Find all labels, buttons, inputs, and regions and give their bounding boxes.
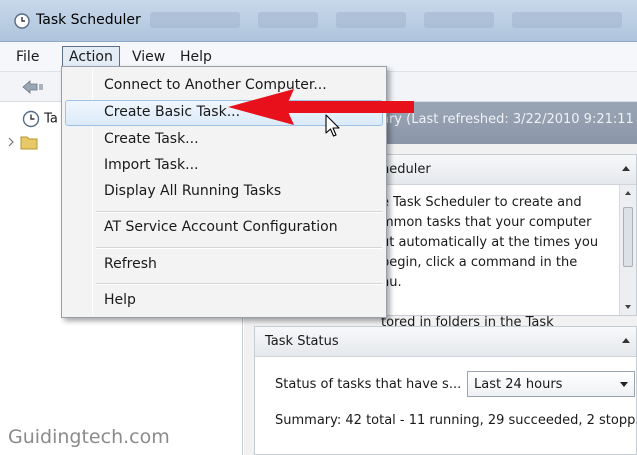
menu-item-label: Create Task...: [104, 131, 199, 147]
summary-header-text: ary (Last refreshed: 3/22/2010 9:21:11 A…: [381, 112, 637, 127]
folder-icon: [20, 136, 38, 150]
menu-file[interactable]: File: [10, 46, 45, 68]
period-select-value: Last 24 hours: [474, 377, 563, 392]
task-status-header[interactable]: Task Status: [255, 327, 636, 357]
blurred-tab: [150, 12, 240, 28]
mouse-cursor-icon: [325, 114, 340, 137]
tree-root-label: Ta: [44, 111, 58, 127]
menu-item-display-running[interactable]: Display All Running Tasks: [65, 179, 383, 205]
tree-root[interactable]: Ta: [22, 110, 58, 128]
menu-item-label: Refresh: [104, 256, 157, 272]
menu-separator: [96, 247, 382, 249]
task-status-title: Task Status: [265, 334, 339, 349]
collapse-icon[interactable]: [622, 166, 630, 171]
overview-line: [381, 293, 613, 313]
menu-separator: [96, 211, 382, 213]
menu-item-label: Import Task...: [104, 157, 199, 173]
chevron-down-icon[interactable]: [620, 382, 628, 387]
menu-item-at-service[interactable]: AT Service Account Configuration: [65, 215, 383, 241]
menu-help[interactable]: Help: [174, 46, 218, 68]
red-pointer-arrow: [228, 89, 414, 125]
scroll-thumb[interactable]: [623, 207, 633, 267]
watermark: Guidingtech.com: [8, 426, 170, 448]
title-bar: Task Scheduler: [0, 0, 637, 42]
scroll-up-icon[interactable]: [625, 191, 631, 195]
overview-text: e Task Scheduler to create and mmon task…: [381, 193, 613, 333]
overview-line: mmon tasks that your computer: [381, 215, 592, 230]
overview-line: e Task Scheduler to create and: [381, 195, 582, 210]
blurred-tab: [258, 12, 318, 28]
menu-item-label: AT Service Account Configuration: [104, 219, 338, 235]
clock-icon: [14, 13, 30, 33]
scroll-down-icon[interactable]: [625, 305, 631, 309]
overview-line: nu.: [381, 275, 402, 290]
menu-separator: [96, 283, 382, 285]
menu-item-help[interactable]: Help: [65, 288, 383, 314]
menu-item-import-task[interactable]: Import Task...: [65, 153, 383, 179]
menu-item-label: Create Basic Task...: [104, 104, 241, 120]
back-arrow-icon[interactable]: [22, 80, 44, 98]
menu-view[interactable]: View: [126, 46, 171, 68]
blurred-tab: [512, 12, 622, 28]
overview-scrollbar[interactable]: [619, 185, 636, 315]
menu-item-label: Display All Running Tasks: [104, 183, 282, 199]
menu-action[interactable]: Action: [62, 46, 120, 68]
period-select[interactable]: Last 24 hours: [467, 371, 635, 397]
task-status-section: Task Status Status of tasks that have s.…: [254, 326, 637, 455]
blurred-tab: [336, 12, 406, 28]
overview-title: heduler: [381, 162, 431, 177]
collapse-icon[interactable]: [622, 338, 630, 343]
status-label: Status of tasks that have s...: [275, 377, 462, 392]
menu-item-refresh[interactable]: Refresh: [65, 252, 383, 278]
clock-icon: [22, 110, 40, 128]
overview-line: begin, click a command in the: [381, 255, 578, 270]
blurred-tab: [424, 12, 494, 28]
menu-item-label: Help: [104, 292, 136, 308]
expand-icon[interactable]: [6, 137, 16, 147]
overview-line: ut automatically at the times you: [381, 235, 599, 250]
window-title: Task Scheduler: [36, 12, 141, 28]
task-summary: Summary: 42 total - 11 running, 29 succe…: [275, 413, 637, 428]
tree-child[interactable]: [6, 134, 38, 150]
